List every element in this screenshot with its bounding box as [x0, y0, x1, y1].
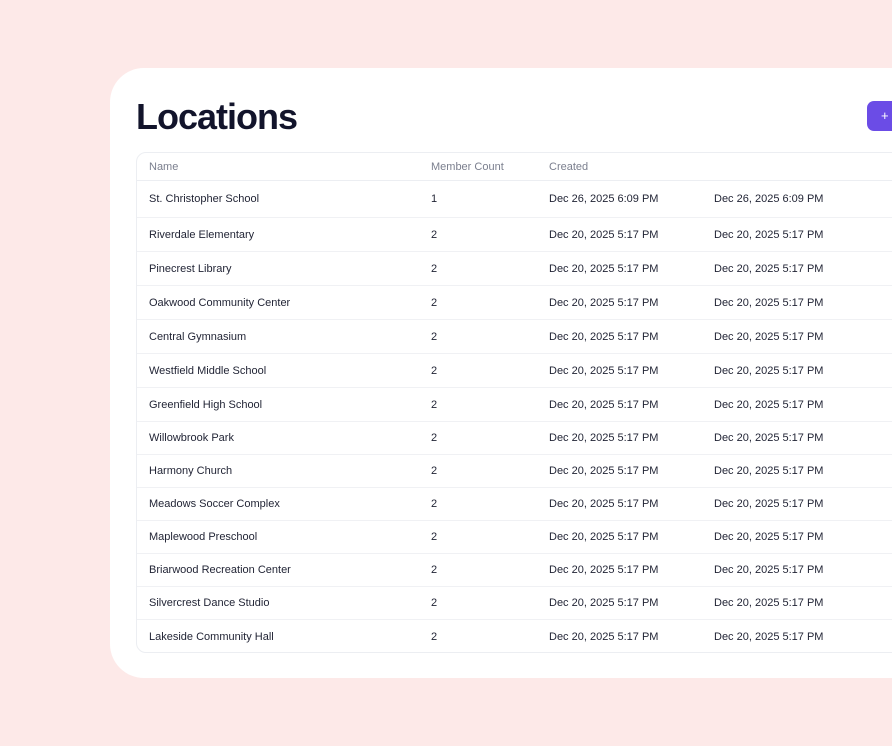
table-row[interactable]: Oakwood Community Center 2 Dec 20, 2025 … [137, 286, 892, 320]
table-row[interactable]: St. Christopher School 1 Dec 26, 2025 6:… [137, 181, 892, 218]
member-count: 2 [431, 398, 438, 411]
location-name: Maplewood Preschool [149, 531, 258, 543]
created-date: Dec 20, 2025 5:17 PM [549, 262, 659, 275]
updated-date: Dec 20, 2025 5:17 PM [714, 296, 824, 309]
locations-table: Name Member Count Created St. Christophe… [136, 152, 892, 653]
updated-date: Dec 20, 2025 5:17 PM [714, 531, 824, 543]
member-count: 2 [431, 465, 438, 477]
table-row[interactable]: Pinecrest Library 2 Dec 20, 2025 5:17 PM… [137, 252, 892, 286]
member-count: 2 [431, 630, 438, 643]
updated-date: Dec 20, 2025 5:17 PM [714, 498, 824, 510]
created-date: Dec 20, 2025 5:17 PM [549, 296, 659, 309]
created-date: Dec 20, 2025 5:17 PM [549, 564, 659, 576]
created-date: Dec 20, 2025 5:17 PM [549, 330, 659, 343]
created-date: Dec 20, 2025 5:17 PM [549, 630, 659, 643]
page-title: Locations [136, 96, 298, 137]
location-name: Silvercrest Dance Studio [149, 597, 270, 609]
table-header: Name Member Count Created [137, 153, 892, 181]
created-date: Dec 20, 2025 5:17 PM [549, 465, 659, 477]
member-count: 2 [431, 262, 438, 275]
updated-date: Dec 20, 2025 5:17 PM [714, 564, 824, 576]
location-name: Pinecrest Library [149, 262, 232, 275]
updated-date: Dec 20, 2025 5:17 PM [714, 465, 824, 477]
column-header-created[interactable]: Created [549, 153, 588, 180]
created-date: Dec 20, 2025 5:17 PM [549, 498, 659, 510]
table-row[interactable]: Willowbrook Park 2 Dec 20, 2025 5:17 PM … [137, 422, 892, 455]
location-name: Willowbrook Park [149, 432, 234, 444]
member-count: 2 [431, 432, 438, 444]
table-row[interactable]: Harmony Church 2 Dec 20, 2025 5:17 PM De… [137, 455, 892, 488]
plus-icon: + [881, 108, 889, 123]
created-date: Dec 20, 2025 5:17 PM [549, 228, 659, 241]
location-name: Lakeside Community Hall [149, 630, 274, 643]
column-header-member-count[interactable]: Member Count [431, 153, 504, 180]
location-name: Harmony Church [149, 465, 233, 477]
updated-date: Dec 20, 2025 5:17 PM [714, 597, 824, 609]
updated-date: Dec 20, 2025 5:17 PM [714, 398, 824, 411]
table-row[interactable]: Riverdale Elementary 2 Dec 20, 2025 5:17… [137, 218, 892, 252]
created-date: Dec 20, 2025 5:17 PM [549, 531, 659, 543]
location-name: Riverdale Elementary [149, 228, 255, 241]
member-count: 2 [431, 531, 438, 543]
created-date: Dec 20, 2025 5:17 PM [549, 398, 659, 411]
column-header-name[interactable]: Name [149, 153, 178, 180]
member-count: 2 [431, 364, 438, 377]
table-row[interactable]: Greenfield High School 2 Dec 20, 2025 5:… [137, 388, 892, 422]
member-count: 2 [431, 597, 438, 609]
created-date: Dec 20, 2025 5:17 PM [549, 432, 659, 444]
location-name: St. Christopher School [149, 193, 260, 205]
location-name: Central Gymnasium [149, 330, 247, 343]
created-date: Dec 20, 2025 5:17 PM [549, 597, 659, 609]
created-date: Dec 20, 2025 5:17 PM [549, 364, 659, 377]
updated-date: Dec 20, 2025 5:17 PM [714, 432, 824, 444]
location-name: Westfield Middle School [149, 364, 267, 377]
table-row[interactable]: Lakeside Community Hall 2 Dec 20, 2025 5… [137, 620, 892, 652]
table-row[interactable]: Briarwood Recreation Center 2 Dec 20, 20… [137, 554, 892, 587]
updated-date: Dec 20, 2025 5:17 PM [714, 228, 824, 241]
table-row[interactable]: Westfield Middle School 2 Dec 20, 2025 5… [137, 354, 892, 388]
updated-date: Dec 20, 2025 5:17 PM [714, 630, 824, 643]
member-count: 2 [431, 296, 438, 309]
table-row[interactable]: Silvercrest Dance Studio 2 Dec 20, 2025 … [137, 587, 892, 620]
location-name: Meadows Soccer Complex [149, 498, 280, 510]
member-count: 2 [431, 228, 438, 241]
created-date: Dec 26, 2025 6:09 PM [549, 193, 659, 205]
table-row[interactable]: Central Gymnasium 2 Dec 20, 2025 5:17 PM… [137, 320, 892, 354]
updated-date: Dec 20, 2025 5:17 PM [714, 364, 824, 377]
location-name: Oakwood Community Center [149, 296, 291, 309]
member-count: 1 [431, 193, 438, 205]
member-count: 2 [431, 330, 438, 343]
location-name: Briarwood Recreation Center [149, 564, 291, 576]
table-row[interactable]: Maplewood Preschool 2 Dec 20, 2025 5:17 … [137, 521, 892, 554]
member-count: 2 [431, 564, 438, 576]
member-count: 2 [431, 498, 438, 510]
table-row[interactable]: Meadows Soccer Complex 2 Dec 20, 2025 5:… [137, 488, 892, 521]
updated-date: Dec 20, 2025 5:17 PM [714, 262, 824, 275]
location-name: Greenfield High School [149, 398, 263, 411]
add-location-button[interactable]: + [867, 101, 892, 131]
updated-date: Dec 20, 2025 5:17 PM [714, 330, 824, 343]
updated-date: Dec 26, 2025 6:09 PM [714, 193, 824, 205]
